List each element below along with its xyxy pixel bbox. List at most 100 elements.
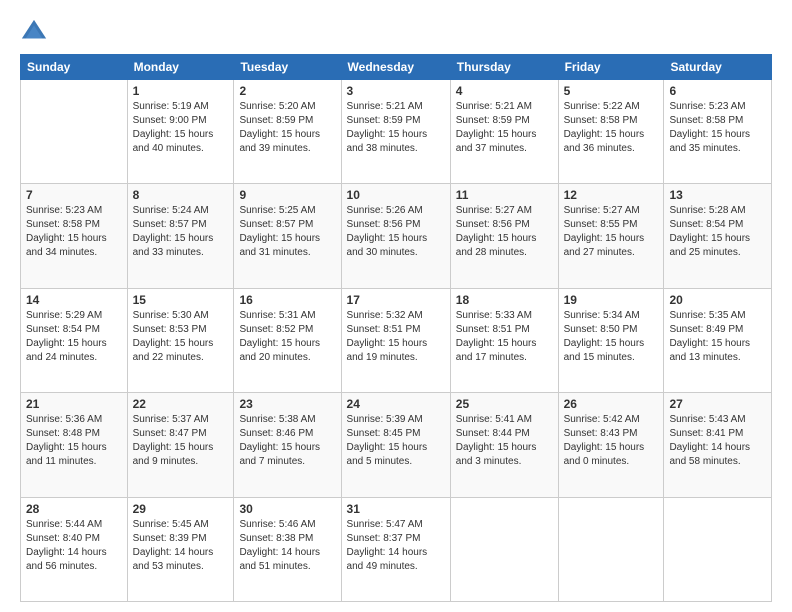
calendar-cell: 10Sunrise: 5:26 AMSunset: 8:56 PMDayligh… xyxy=(341,184,450,288)
calendar-cell: 3 Sunrise: 5:21 AMSunset: 8:59 PMDaylight… xyxy=(341,80,450,184)
week-row: 14 Sunrise: 5:29 AMSunset: 8:54 PMDayligh… xyxy=(21,288,772,392)
calendar-cell: 15 Sunrise: 5:30 AMSunset: 8:53 PMDayligh… xyxy=(127,288,234,392)
calendar-cell: 26 Sunrise: 5:42 AMSunset: 8:43 PMDayligh… xyxy=(558,393,664,497)
day-number: 16 xyxy=(239,293,335,307)
day-info: Sunrise: 5:29 AMSunset: 8:54 PMDaylight:… xyxy=(26,309,122,365)
day-number: 5 xyxy=(564,84,659,98)
weekday-header: Monday xyxy=(127,55,234,80)
calendar-cell: 5 Sunrise: 5:22 AMSunset: 8:58 PMDaylight… xyxy=(558,80,664,184)
day-number: 17 xyxy=(347,293,445,307)
day-info: Sunrise: 5:21 AMSunset: 8:59 PMDaylight:… xyxy=(456,100,553,156)
day-number: 11 xyxy=(456,188,553,202)
day-number: 23 xyxy=(239,397,335,411)
day-info: Sunrise: 5:39 AMSunset: 8:45 PMDaylight:… xyxy=(347,413,445,469)
logo-icon xyxy=(20,18,48,46)
day-info: Sunrise: 5:23 AMSunset: 8:58 PMDaylight:… xyxy=(26,204,122,260)
day-number: 19 xyxy=(564,293,659,307)
calendar-cell: 11 Sunrise: 5:27 AMSunset: 8:56 PMDayligh… xyxy=(450,184,558,288)
day-info: Sunrise: 5:25 AMSunset: 8:57 PMDaylight:… xyxy=(239,204,335,260)
calendar-cell: 14 Sunrise: 5:29 AMSunset: 8:54 PMDayligh… xyxy=(21,288,128,392)
calendar-cell: 12 Sunrise: 5:27 AMSunset: 8:55 PMDayligh… xyxy=(558,184,664,288)
calendar-cell: 25 Sunrise: 5:41 AMSunset: 8:44 PMDayligh… xyxy=(450,393,558,497)
calendar-cell: 1 Sunrise: 5:19 AMSunset: 9:00 PMDaylight… xyxy=(127,80,234,184)
calendar-cell: 29 Sunrise: 5:45 AMSunset: 8:39 PMDayligh… xyxy=(127,497,234,601)
weekday-header: Wednesday xyxy=(341,55,450,80)
day-number: 20 xyxy=(669,293,766,307)
day-number: 6 xyxy=(669,84,766,98)
calendar-cell: 18 Sunrise: 5:33 AMSunset: 8:51 PMDayligh… xyxy=(450,288,558,392)
day-info: Sunrise: 5:30 AMSunset: 8:53 PMDaylight:… xyxy=(133,309,229,365)
day-info: Sunrise: 5:42 AMSunset: 8:43 PMDaylight:… xyxy=(564,413,659,469)
day-info: Sunrise: 5:47 AMSunset: 8:37 PMDaylight:… xyxy=(347,518,445,574)
calendar-cell: 19Sunrise: 5:34 AMSunset: 8:50 PMDayligh… xyxy=(558,288,664,392)
calendar-cell: 7Sunrise: 5:23 AMSunset: 8:58 PMDaylight… xyxy=(21,184,128,288)
day-info: Sunrise: 5:23 AMSunset: 8:58 PMDaylight:… xyxy=(669,100,766,156)
day-number: 31 xyxy=(347,502,445,516)
day-info: Sunrise: 5:20 AMSunset: 8:59 PMDaylight:… xyxy=(239,100,335,156)
day-info: Sunrise: 5:31 AMSunset: 8:52 PMDaylight:… xyxy=(239,309,335,365)
calendar-cell: 4 Sunrise: 5:21 AMSunset: 8:59 PMDaylight… xyxy=(450,80,558,184)
calendar-cell xyxy=(450,497,558,601)
calendar-cell: 17Sunrise: 5:32 AMSunset: 8:51 PMDayligh… xyxy=(341,288,450,392)
day-number: 9 xyxy=(239,188,335,202)
day-info: Sunrise: 5:27 AMSunset: 8:56 PMDaylight:… xyxy=(456,204,553,260)
week-row: 21 Sunrise: 5:36 AMSunset: 8:48 PMDayligh… xyxy=(21,393,772,497)
calendar-cell xyxy=(664,497,772,601)
day-info: Sunrise: 5:36 AMSunset: 8:48 PMDaylight:… xyxy=(26,413,122,469)
day-info: Sunrise: 5:19 AMSunset: 9:00 PMDaylight:… xyxy=(133,100,229,156)
day-number: 28 xyxy=(26,502,122,516)
day-info: Sunrise: 5:37 AMSunset: 8:47 PMDaylight:… xyxy=(133,413,229,469)
calendar-cell xyxy=(558,497,664,601)
week-row: 28 Sunrise: 5:44 AMSunset: 8:40 PMDayligh… xyxy=(21,497,772,601)
day-number: 18 xyxy=(456,293,553,307)
week-row: 7Sunrise: 5:23 AMSunset: 8:58 PMDaylight… xyxy=(21,184,772,288)
calendar-cell: 24 Sunrise: 5:39 AMSunset: 8:45 PMDayligh… xyxy=(341,393,450,497)
day-info: Sunrise: 5:24 AMSunset: 8:57 PMDaylight:… xyxy=(133,204,229,260)
day-info: Sunrise: 5:38 AMSunset: 8:46 PMDaylight:… xyxy=(239,413,335,469)
calendar-table: SundayMondayTuesdayWednesdayThursdayFrid… xyxy=(20,54,772,602)
calendar-cell: 9 Sunrise: 5:25 AMSunset: 8:57 PMDaylight… xyxy=(234,184,341,288)
day-number: 8 xyxy=(133,188,229,202)
calendar-cell: 16 Sunrise: 5:31 AMSunset: 8:52 PMDayligh… xyxy=(234,288,341,392)
header xyxy=(20,18,772,46)
day-info: Sunrise: 5:28 AMSunset: 8:54 PMDaylight:… xyxy=(669,204,766,260)
weekday-header: Tuesday xyxy=(234,55,341,80)
weekday-header: Thursday xyxy=(450,55,558,80)
page: SundayMondayTuesdayWednesdayThursdayFrid… xyxy=(0,0,792,612)
day-info: Sunrise: 5:22 AMSunset: 8:58 PMDaylight:… xyxy=(564,100,659,156)
day-number: 25 xyxy=(456,397,553,411)
day-number: 22 xyxy=(133,397,229,411)
day-number: 30 xyxy=(239,502,335,516)
day-info: Sunrise: 5:46 AMSunset: 8:38 PMDaylight:… xyxy=(239,518,335,574)
weekday-header: Saturday xyxy=(664,55,772,80)
calendar-cell: 22 Sunrise: 5:37 AMSunset: 8:47 PMDayligh… xyxy=(127,393,234,497)
day-number: 29 xyxy=(133,502,229,516)
day-info: Sunrise: 5:27 AMSunset: 8:55 PMDaylight:… xyxy=(564,204,659,260)
day-number: 24 xyxy=(347,397,445,411)
weekday-header: Friday xyxy=(558,55,664,80)
day-info: Sunrise: 5:33 AMSunset: 8:51 PMDaylight:… xyxy=(456,309,553,365)
day-info: Sunrise: 5:45 AMSunset: 8:39 PMDaylight:… xyxy=(133,518,229,574)
weekday-header: Sunday xyxy=(21,55,128,80)
day-number: 26 xyxy=(564,397,659,411)
day-number: 14 xyxy=(26,293,122,307)
day-number: 3 xyxy=(347,84,445,98)
day-number: 12 xyxy=(564,188,659,202)
calendar-cell: 30 Sunrise: 5:46 AMSunset: 8:38 PMDayligh… xyxy=(234,497,341,601)
day-info: Sunrise: 5:44 AMSunset: 8:40 PMDaylight:… xyxy=(26,518,122,574)
day-number: 15 xyxy=(133,293,229,307)
day-number: 2 xyxy=(239,84,335,98)
calendar-cell: 31 Sunrise: 5:47 AMSunset: 8:37 PMDayligh… xyxy=(341,497,450,601)
calendar-cell: 28 Sunrise: 5:44 AMSunset: 8:40 PMDayligh… xyxy=(21,497,128,601)
day-info: Sunrise: 5:21 AMSunset: 8:59 PMDaylight:… xyxy=(347,100,445,156)
day-number: 10 xyxy=(347,188,445,202)
day-info: Sunrise: 5:41 AMSunset: 8:44 PMDaylight:… xyxy=(456,413,553,469)
day-number: 21 xyxy=(26,397,122,411)
day-number: 4 xyxy=(456,84,553,98)
week-row: 1 Sunrise: 5:19 AMSunset: 9:00 PMDaylight… xyxy=(21,80,772,184)
day-info: Sunrise: 5:35 AMSunset: 8:49 PMDaylight:… xyxy=(669,309,766,365)
calendar-cell: 6 Sunrise: 5:23 AMSunset: 8:58 PMDaylight… xyxy=(664,80,772,184)
calendar-cell: 13Sunrise: 5:28 AMSunset: 8:54 PMDayligh… xyxy=(664,184,772,288)
day-number: 1 xyxy=(133,84,229,98)
day-number: 27 xyxy=(669,397,766,411)
